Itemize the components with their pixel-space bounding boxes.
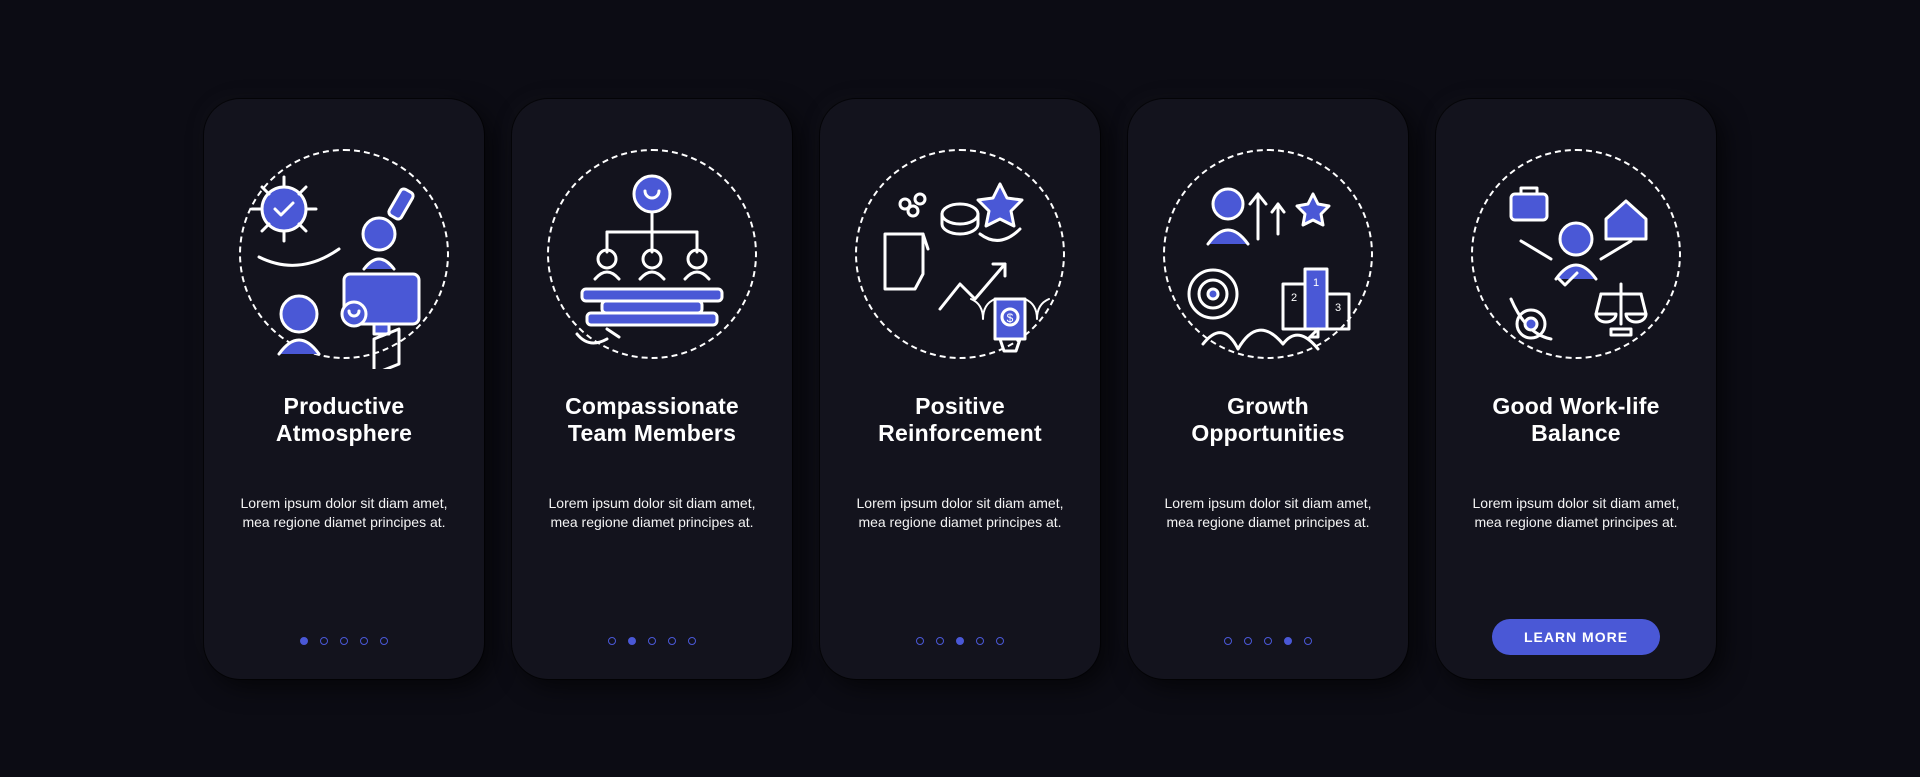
dot-4[interactable] [360,637,368,645]
pagination-dots [300,637,388,645]
productive-atmosphere-icon [239,149,449,359]
dot-5[interactable] [996,637,1004,645]
card-description: Lorem ipsum dolor sit diam amet, mea reg… [228,494,460,532]
dot-1[interactable] [608,637,616,645]
compassionate-team-icon [547,149,757,359]
work-life-balance-icon [1471,149,1681,359]
onboarding-card-4: 2 1 3 Growth Opportunities Lorem ipsum d… [1128,99,1408,679]
card-title: Productive Atmosphere [276,393,412,448]
svg-text:3: 3 [1335,302,1341,314]
dot-3[interactable] [1264,637,1272,645]
onboarding-card-1: Productive Atmosphere Lorem ipsum dolor … [204,99,484,679]
dot-1[interactable] [300,637,308,645]
positive-reinforcement-icon: $ [855,149,1065,359]
dot-5[interactable] [688,637,696,645]
onboarding-card-5: Good Work-life Balance Lorem ipsum dolor… [1436,99,1716,679]
card-description: Lorem ipsum dolor sit diam amet, mea reg… [536,494,768,532]
dot-4[interactable] [1284,637,1292,645]
svg-text:2: 2 [1291,292,1297,304]
learn-more-button[interactable]: LEARN MORE [1492,619,1660,655]
onboarding-card-3: $ Positive Reinforcement Lorem ipsum dol… [820,99,1100,679]
dot-1[interactable] [916,637,924,645]
card-title: Growth Opportunities [1191,393,1344,448]
card-title: Positive Reinforcement [878,393,1042,448]
card-title: Good Work-life Balance [1492,393,1659,448]
dot-4[interactable] [668,637,676,645]
pagination-dots [608,637,696,645]
dot-2[interactable] [936,637,944,645]
dot-2[interactable] [320,637,328,645]
dot-1[interactable] [1224,637,1232,645]
dot-4[interactable] [976,637,984,645]
svg-text:1: 1 [1313,277,1319,289]
dot-3[interactable] [956,637,964,645]
dot-5[interactable] [380,637,388,645]
onboarding-card-2: Compassionate Team Members Lorem ipsum d… [512,99,792,679]
card-description: Lorem ipsum dolor sit diam amet, mea reg… [844,494,1076,532]
dot-3[interactable] [648,637,656,645]
pagination-dots [916,637,1004,645]
dot-3[interactable] [340,637,348,645]
svg-text:$: $ [1007,311,1014,325]
dot-2[interactable] [1244,637,1252,645]
card-description: Lorem ipsum dolor sit diam amet, mea reg… [1152,494,1384,532]
growth-opportunities-icon: 2 1 3 [1163,149,1373,359]
card-description: Lorem ipsum dolor sit diam amet, mea reg… [1460,494,1692,532]
card-title: Compassionate Team Members [565,393,739,448]
pagination-dots [1224,637,1312,645]
dot-2[interactable] [628,637,636,645]
dot-5[interactable] [1304,637,1312,645]
